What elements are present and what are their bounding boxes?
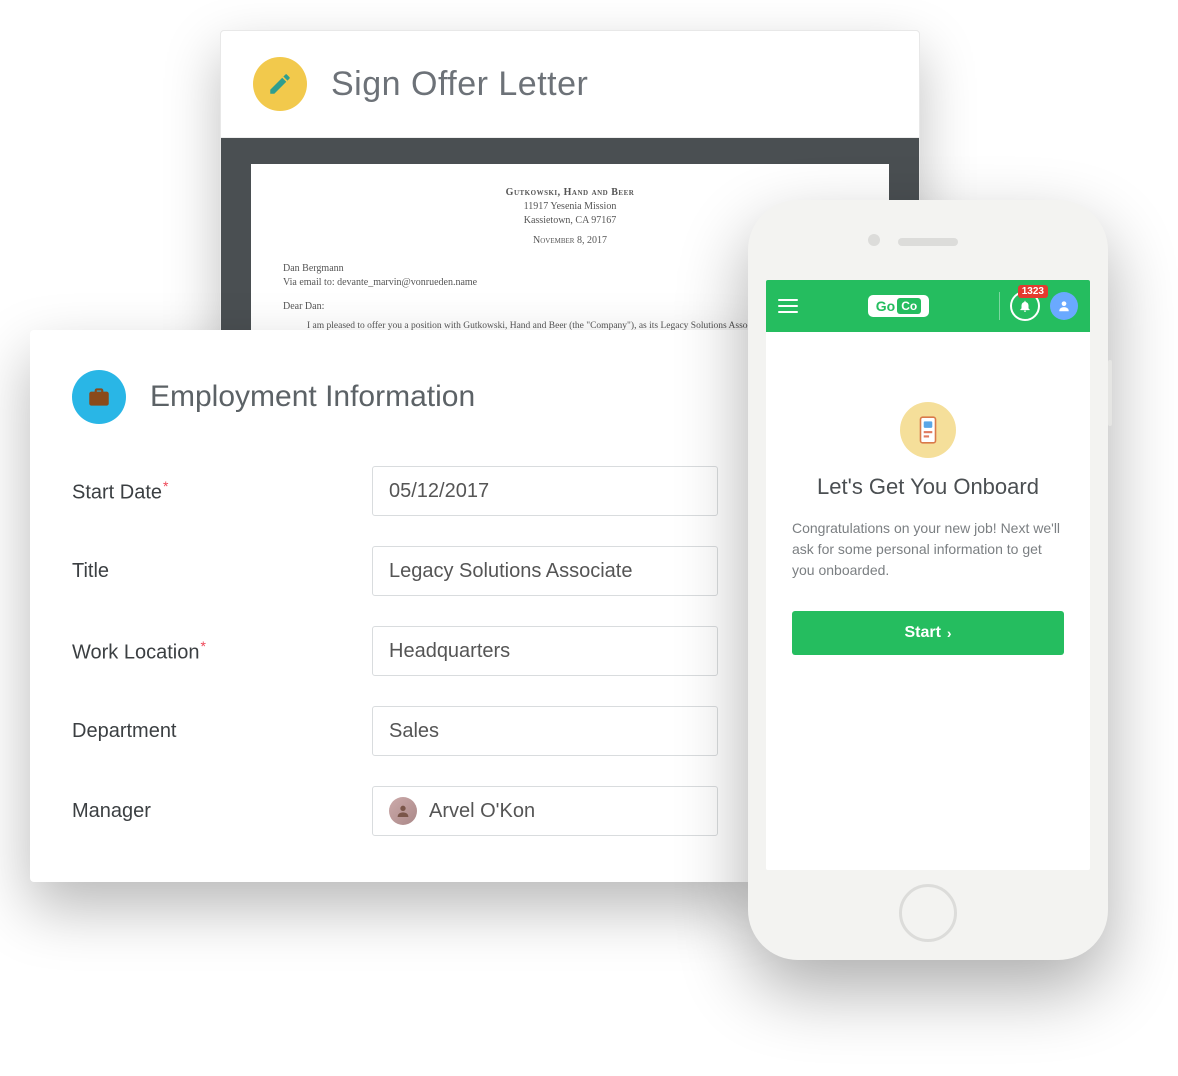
onboarding-body: Congratulations on your new job! Next we…: [792, 518, 1064, 581]
value-work-location: Headquarters: [389, 640, 510, 663]
manager-avatar: [389, 797, 417, 825]
letter-company-name: Gutkowski, Hand and Beer: [283, 186, 857, 200]
chevron-right-icon: ›: [947, 625, 952, 641]
onboarding-icon: [900, 402, 956, 458]
input-start-date[interactable]: 05/12/2017: [372, 466, 718, 516]
offer-letter-header: Sign Offer Letter: [221, 31, 919, 138]
employment-info-card: Employment Information Start Date 05/12/…: [30, 330, 760, 882]
value-manager: Arvel O'Kon: [429, 800, 535, 823]
start-button-label: Start: [904, 624, 940, 642]
notifications-button[interactable]: 1323: [1010, 291, 1040, 321]
employment-info-header: Employment Information: [72, 370, 718, 424]
app-bar: GoCo 1323: [766, 280, 1090, 332]
input-department[interactable]: Sales: [372, 706, 718, 756]
label-work-location: Work Location: [72, 638, 372, 665]
employment-info-title: Employment Information: [150, 380, 475, 414]
field-start-date: Start Date 05/12/2017: [72, 466, 718, 516]
field-department: Department Sales: [72, 706, 718, 756]
brand-logo[interactable]: GoCo: [868, 295, 929, 317]
field-title: Title Legacy Solutions Associate: [72, 546, 718, 596]
value-title: Legacy Solutions Associate: [389, 560, 633, 583]
start-button[interactable]: Start ›: [792, 611, 1064, 655]
label-department: Department: [72, 720, 372, 743]
input-title[interactable]: Legacy Solutions Associate: [372, 546, 718, 596]
phone-side-button: [1108, 360, 1112, 426]
field-work-location: Work Location Headquarters: [72, 626, 718, 676]
person-icon: [1057, 299, 1071, 313]
pencil-icon: [253, 57, 307, 111]
input-manager[interactable]: Arvel O'Kon: [372, 786, 718, 836]
input-work-location[interactable]: Headquarters: [372, 626, 718, 676]
app-bar-divider: [999, 292, 1000, 320]
phone-home-button[interactable]: [899, 884, 957, 942]
notification-badge: 1323: [1018, 285, 1048, 298]
label-title: Title: [72, 560, 372, 583]
menu-icon[interactable]: [778, 299, 798, 313]
onboarding-panel: Let's Get You Onboard Congratulations on…: [766, 332, 1090, 870]
phone-mockup: GoCo 1323 Let's Get You Onboard Congratu…: [748, 200, 1108, 960]
brand-co: Co: [897, 298, 921, 314]
user-avatar[interactable]: [1050, 292, 1078, 320]
offer-letter-title: Sign Offer Letter: [331, 65, 588, 104]
field-manager: Manager Arvel O'Kon: [72, 786, 718, 836]
briefcase-icon: [72, 370, 126, 424]
bell-icon: [1018, 299, 1032, 313]
label-manager: Manager: [72, 800, 372, 823]
brand-go: Go: [876, 298, 895, 314]
value-department: Sales: [389, 720, 439, 743]
phone-screen: GoCo 1323 Let's Get You Onboard Congratu…: [766, 280, 1090, 870]
value-start-date: 05/12/2017: [389, 480, 489, 503]
onboarding-heading: Let's Get You Onboard: [792, 474, 1064, 500]
label-start-date: Start Date: [72, 478, 372, 505]
